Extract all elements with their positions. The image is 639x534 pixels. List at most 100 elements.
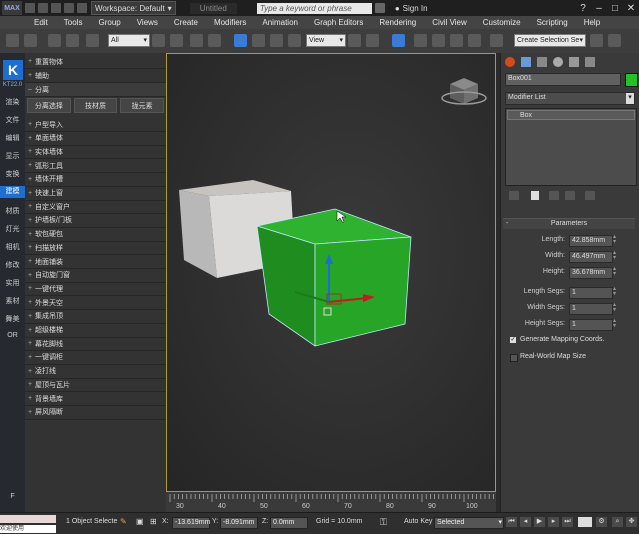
height-segs-spinner-icon[interactable]: ▴ ▾ — [613, 318, 619, 329]
strip-footer[interactable]: F — [0, 493, 25, 500]
mirror-icon[interactable] — [590, 34, 603, 47]
scale-icon[interactable] — [270, 34, 283, 47]
select-manipulate-icon[interactable] — [366, 34, 379, 47]
menu-customize[interactable]: Customize — [475, 18, 529, 27]
modify-tab-icon[interactable] — [521, 57, 531, 67]
strip-item-file[interactable]: 文件 — [0, 115, 25, 125]
angle-snap-icon[interactable] — [432, 34, 445, 47]
make-unique-icon[interactable] — [549, 191, 559, 200]
plugin-row[interactable]: + 护墙板/门板 — [25, 214, 166, 228]
key-filter-dropdown[interactable]: Selected ▾ — [434, 517, 504, 529]
plugin-row[interactable]: + 实体墙体 — [25, 145, 166, 160]
detach-selection-button[interactable]: 分离选择 — [27, 98, 71, 113]
utilities-tab-icon[interactable] — [585, 57, 595, 67]
plugin-row[interactable]: + 自动旋门窗 — [25, 269, 166, 283]
plugin-row[interactable]: + 自定义窗户 — [25, 200, 166, 215]
placement-icon[interactable] — [288, 34, 301, 47]
plugin-row-helper[interactable]: + 辅助 — [25, 69, 166, 83]
current-frame-field[interactable] — [578, 517, 592, 527]
zoom-extents-icon[interactable]: ⌕ — [612, 517, 623, 527]
unlink-icon[interactable] — [66, 34, 79, 47]
height-segs-input[interactable]: 1 — [569, 319, 613, 331]
plugin-row[interactable]: + 外景天空 — [25, 296, 166, 311]
create-tab-icon[interactable] — [505, 57, 515, 67]
plugin-row[interactable]: + 一键代理 — [25, 282, 166, 297]
strip-item-assets[interactable]: 素材 — [0, 296, 25, 306]
plugin-row[interactable]: + 扫描放样 — [25, 241, 166, 256]
app-logo[interactable]: MAX — [2, 1, 22, 15]
timeline-ruler[interactable] — [166, 492, 498, 512]
menu-create[interactable]: Create — [166, 18, 206, 27]
menu-rendering[interactable]: Rendering — [371, 18, 424, 27]
real-world-map-checkbox[interactable] — [510, 354, 518, 362]
maximize-button[interactable]: □ — [607, 3, 623, 14]
menu-edit[interactable]: Edit — [26, 18, 56, 27]
width-segs-input[interactable]: 1 — [569, 303, 613, 315]
length-segs-spinner-icon[interactable]: ▴ ▾ — [613, 286, 619, 297]
menu-civil-view[interactable]: Civil View — [424, 18, 475, 27]
plugin-row[interactable]: + 凌打线 — [25, 365, 166, 379]
lock-icon[interactable]: ▣ — [136, 517, 144, 527]
isolate-icon[interactable]: ✎ — [120, 517, 128, 527]
strip-item-light[interactable]: 灯光 — [0, 224, 25, 234]
width-input[interactable]: 46.497mm — [569, 251, 613, 263]
search-icon[interactable] — [374, 3, 385, 13]
auto-key-button[interactable]: Auto Key — [404, 518, 432, 525]
plugin-row[interactable]: + 单面墙体 — [25, 132, 166, 146]
reference-coord-dropdown[interactable]: View — [306, 34, 346, 47]
select-by-name-icon[interactable] — [170, 34, 183, 47]
undo-icon[interactable] — [64, 3, 74, 13]
perspective-viewport[interactable] — [166, 53, 496, 492]
open-file-icon[interactable] — [38, 3, 48, 13]
plugin-row[interactable]: + 地面铺装 — [25, 255, 166, 269]
undo-arrow-icon[interactable] — [6, 34, 19, 47]
menu-graph-editors[interactable]: Graph Editors — [306, 18, 371, 27]
rotate-icon[interactable] — [252, 34, 265, 47]
menu-group[interactable]: Group — [90, 18, 128, 27]
snaps-toggle-icon[interactable] — [414, 34, 427, 47]
play-icon[interactable]: ▶ — [534, 517, 545, 527]
key-icon[interactable]: ⚿ — [380, 517, 387, 528]
menu-tools[interactable]: Tools — [56, 18, 91, 27]
edit-named-selection-icon[interactable] — [490, 34, 503, 47]
link-icon[interactable] — [48, 34, 61, 47]
select-object-icon[interactable] — [152, 34, 165, 47]
plugin-row[interactable]: + 屋顶与瓦片 — [25, 378, 166, 393]
x-coord-field[interactable]: -13.619mm — [172, 517, 210, 529]
menu-animation[interactable]: Animation — [254, 18, 306, 27]
strip-item-modeling[interactable]: 建模 — [0, 186, 25, 198]
z-coord-field[interactable]: 0.0mm — [270, 517, 308, 529]
length-segs-input[interactable]: 1 — [569, 287, 613, 299]
align-icon[interactable] — [608, 34, 621, 47]
length-input[interactable]: 42.858mm — [569, 235, 613, 247]
prev-frame-icon[interactable]: ◂ — [520, 517, 531, 527]
goto-end-icon[interactable]: ⏭ — [562, 517, 573, 527]
orbit-icon[interactable]: ✥ — [626, 517, 637, 527]
minimize-button[interactable]: – — [591, 3, 607, 14]
help-icon[interactable]: ? — [575, 3, 591, 14]
time-config-icon[interactable]: ⚙ — [596, 517, 607, 527]
new-file-icon[interactable] — [25, 3, 35, 13]
plugin-row[interactable]: + 集成吊顶 — [25, 310, 166, 324]
window-crossing-icon[interactable] — [208, 34, 221, 47]
width-segs-spinner-icon[interactable]: ▴ ▾ — [613, 302, 619, 313]
maxscript-listener[interactable]: 欢迎使用 — [0, 525, 56, 533]
strip-item-material[interactable]: 材质 — [0, 206, 25, 216]
height-input[interactable]: 36.678mm — [569, 267, 613, 279]
motion-tab-icon[interactable] — [553, 57, 563, 67]
bind-space-warp-icon[interactable] — [86, 34, 99, 47]
plugin-row[interactable]: + 超级楼梯 — [25, 324, 166, 338]
configure-sets-icon[interactable] — [585, 191, 595, 200]
detach-material-button[interactable]: 技材质 — [73, 98, 118, 113]
object-color-swatch[interactable] — [625, 73, 638, 87]
plugin-logo[interactable]: K — [3, 60, 23, 80]
plugin-row[interactable]: + 墙体开槽 — [25, 173, 166, 187]
modifier-list-dropdown[interactable]: Modifier List ▾ — [505, 92, 635, 105]
strip-item-stage[interactable]: 舞美 — [0, 314, 25, 324]
remove-modifier-icon[interactable] — [565, 191, 575, 200]
redo-arrow-icon[interactable] — [24, 34, 37, 47]
rect-selection-icon[interactable] — [190, 34, 203, 47]
strip-item-camera[interactable]: 相机 — [0, 242, 25, 252]
sign-in-button[interactable]: ● Sign In — [395, 4, 428, 13]
plugin-row[interactable]: + 背景墙库 — [25, 392, 166, 406]
